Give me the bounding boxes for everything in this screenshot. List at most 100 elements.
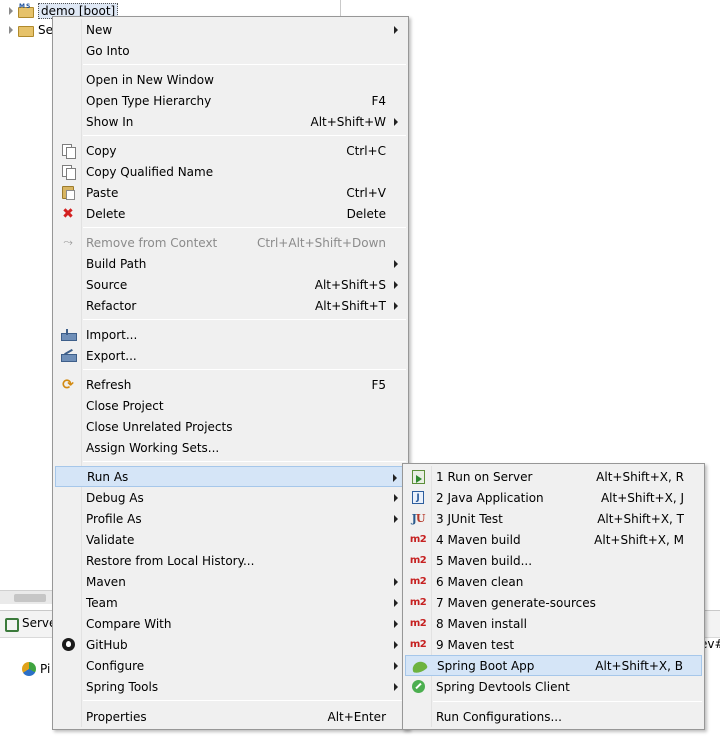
submenu-arrow-icon bbox=[394, 494, 398, 502]
menu-item-github[interactable]: GitHub bbox=[55, 634, 406, 655]
menu-item-maven-clean[interactable]: m2 6 Maven clean bbox=[405, 571, 702, 592]
maven-icon: m2 bbox=[409, 597, 427, 608]
servers-icon bbox=[4, 617, 19, 632]
menu-item-run-as[interactable]: Run As bbox=[55, 466, 406, 487]
menu-item-configure[interactable]: Configure bbox=[55, 655, 406, 676]
menu-item-refactor[interactable]: Refactor Alt+Shift+T bbox=[55, 295, 406, 316]
shortcut: Ctrl+V bbox=[346, 185, 386, 200]
menu-item-copy[interactable]: Copy Ctrl+C bbox=[55, 140, 406, 161]
menu-item-go-into[interactable]: Go Into bbox=[55, 40, 406, 61]
submenu-arrow-icon bbox=[394, 118, 398, 126]
junit-icon: JU bbox=[411, 512, 426, 525]
menu-separator bbox=[83, 135, 406, 136]
horizontal-scrollbar[interactable] bbox=[0, 590, 60, 604]
menu-item-paste[interactable]: Paste Ctrl+V bbox=[55, 182, 406, 203]
maven-icon: m2 bbox=[409, 576, 427, 587]
shortcut: F4 bbox=[371, 93, 386, 108]
menu-item-maven-install[interactable]: m2 8 Maven install bbox=[405, 613, 702, 634]
shortcut: Alt+Shift+X, B bbox=[595, 658, 683, 673]
submenu-arrow-icon bbox=[394, 515, 398, 523]
menu-item-maven[interactable]: Maven bbox=[55, 571, 406, 592]
shortcut: Alt+Shift+W bbox=[310, 114, 387, 129]
maven-icon: m2 bbox=[409, 639, 427, 650]
export-icon bbox=[61, 350, 77, 362]
copy-qualified-name-icon bbox=[61, 165, 76, 180]
paste-icon bbox=[62, 186, 75, 200]
shortcut: Delete bbox=[346, 206, 386, 221]
submenu-arrow-icon bbox=[394, 578, 398, 586]
shortcut: Ctrl+C bbox=[346, 143, 386, 158]
menu-item-source[interactable]: Source Alt+Shift+S bbox=[55, 274, 406, 295]
maven-icon: m2 bbox=[409, 534, 427, 545]
menu-item-close-project[interactable]: Close Project bbox=[55, 395, 406, 416]
menu-item-spring-boot-app[interactable]: Spring Boot App Alt+Shift+X, B bbox=[405, 655, 702, 676]
menu-item-compare-with[interactable]: Compare With bbox=[55, 613, 406, 634]
menu-item-build-path[interactable]: Build Path bbox=[55, 253, 406, 274]
menu-item-maven-test[interactable]: m2 9 Maven test bbox=[405, 634, 702, 655]
menu-item-assign-working-sets[interactable]: Assign Working Sets... bbox=[55, 437, 406, 458]
menu-item-export[interactable]: Export... bbox=[55, 345, 406, 366]
shortcut: Alt+Shift+X, T bbox=[597, 511, 684, 526]
maven-project-icon: M S bbox=[18, 3, 34, 18]
menu-separator bbox=[83, 227, 406, 228]
menu-separator bbox=[433, 701, 702, 702]
shortcut: F5 bbox=[371, 377, 386, 392]
menu-item-maven-build[interactable]: m2 4 Maven build Alt+Shift+X, M bbox=[405, 529, 702, 550]
menu-item-team[interactable]: Team bbox=[55, 592, 406, 613]
menu-item-show-in[interactable]: Show In Alt+Shift+W bbox=[55, 111, 406, 132]
shortcut: Ctrl+Alt+Shift+Down bbox=[256, 235, 386, 250]
menu-item-debug-as[interactable]: Debug As bbox=[55, 487, 406, 508]
submenu-arrow-icon bbox=[394, 599, 398, 607]
menu-item-restore-from-local-history[interactable]: Restore from Local History... bbox=[55, 550, 406, 571]
copy-icon bbox=[61, 144, 76, 159]
context-menu: New Go Into Open in New Window Open Type… bbox=[52, 16, 409, 730]
menu-separator bbox=[83, 461, 406, 462]
menu-item-refresh[interactable]: ⟳ Refresh F5 bbox=[55, 374, 406, 395]
submenu-arrow-icon bbox=[394, 683, 398, 691]
shortcut: Alt+Shift+T bbox=[315, 298, 386, 313]
menu-item-properties[interactable]: Properties Alt+Enter bbox=[55, 706, 406, 727]
import-icon bbox=[61, 328, 77, 341]
editor-divider bbox=[340, 0, 341, 16]
expand-arrow-icon[interactable] bbox=[6, 25, 16, 35]
menu-separator bbox=[83, 64, 406, 65]
submenu-arrow-icon bbox=[393, 474, 397, 482]
menu-item-junit-test[interactable]: JU 3 JUnit Test Alt+Shift+X, T bbox=[405, 508, 702, 529]
menu-item-remove-from-context: ⤳ Remove from Context Ctrl+Alt+Shift+Dow… bbox=[63, 235, 386, 250]
menu-item-java-application[interactable]: J 2 Java Application Alt+Shift+X, J bbox=[405, 487, 702, 508]
shortcut: Alt+Shift+X, J bbox=[600, 490, 684, 505]
menu-item-run-on-server[interactable]: 1 Run on Server Alt+Shift+X, R bbox=[405, 466, 702, 487]
menu-item-maven-build-dialog[interactable]: m2 5 Maven build... bbox=[405, 550, 702, 571]
menu-item-run-configurations[interactable]: Run Configurations... bbox=[405, 706, 702, 727]
shortcut: Alt+Shift+S bbox=[314, 277, 386, 292]
menu-item-close-unrelated-projects[interactable]: Close Unrelated Projects bbox=[55, 416, 406, 437]
menu-item-maven-generate-sources[interactable]: m2 7 Maven generate-sources bbox=[405, 592, 702, 613]
menu-separator bbox=[83, 319, 406, 320]
menu-item-delete[interactable]: ✖ Delete Delete bbox=[55, 203, 406, 224]
menu-item-spring-devtools-client[interactable]: Spring Devtools Client bbox=[405, 676, 702, 697]
scrollbar-thumb[interactable] bbox=[14, 594, 46, 602]
java-application-icon: J bbox=[412, 491, 424, 504]
menu-item-new[interactable]: New bbox=[55, 19, 406, 40]
tree-item-label: Se bbox=[38, 23, 53, 37]
run-on-server-icon bbox=[411, 469, 425, 484]
run-as-submenu: 1 Run on Server Alt+Shift+X, R J 2 Java … bbox=[402, 463, 705, 730]
menu-item-open-type-hierarchy[interactable]: Open Type Hierarchy F4 bbox=[55, 90, 406, 111]
pivotal-item[interactable]: Pi bbox=[22, 662, 50, 676]
submenu-arrow-icon bbox=[394, 260, 398, 268]
spring-boot-icon bbox=[410, 659, 428, 674]
menu-item-spring-tools[interactable]: Spring Tools bbox=[55, 676, 406, 697]
menu-item-open-in-new-window[interactable]: Open in New Window bbox=[55, 69, 406, 90]
menu-item-import[interactable]: Import... bbox=[55, 324, 406, 345]
tree-item-servers[interactable]: Se bbox=[6, 21, 53, 39]
menu-item-validate[interactable]: Validate bbox=[55, 529, 406, 550]
shortcut: Alt+Shift+X, M bbox=[594, 532, 684, 547]
submenu-arrow-icon bbox=[394, 620, 398, 628]
expand-arrow-icon[interactable] bbox=[6, 6, 16, 16]
menu-item-profile-as[interactable]: Profile As bbox=[55, 508, 406, 529]
shortcut: Alt+Enter bbox=[327, 709, 386, 724]
github-icon bbox=[61, 638, 75, 651]
refresh-icon: ⟳ bbox=[62, 376, 74, 393]
delete-icon: ✖ bbox=[62, 205, 74, 222]
menu-item-copy-qualified-name[interactable]: Copy Qualified Name bbox=[55, 161, 406, 182]
